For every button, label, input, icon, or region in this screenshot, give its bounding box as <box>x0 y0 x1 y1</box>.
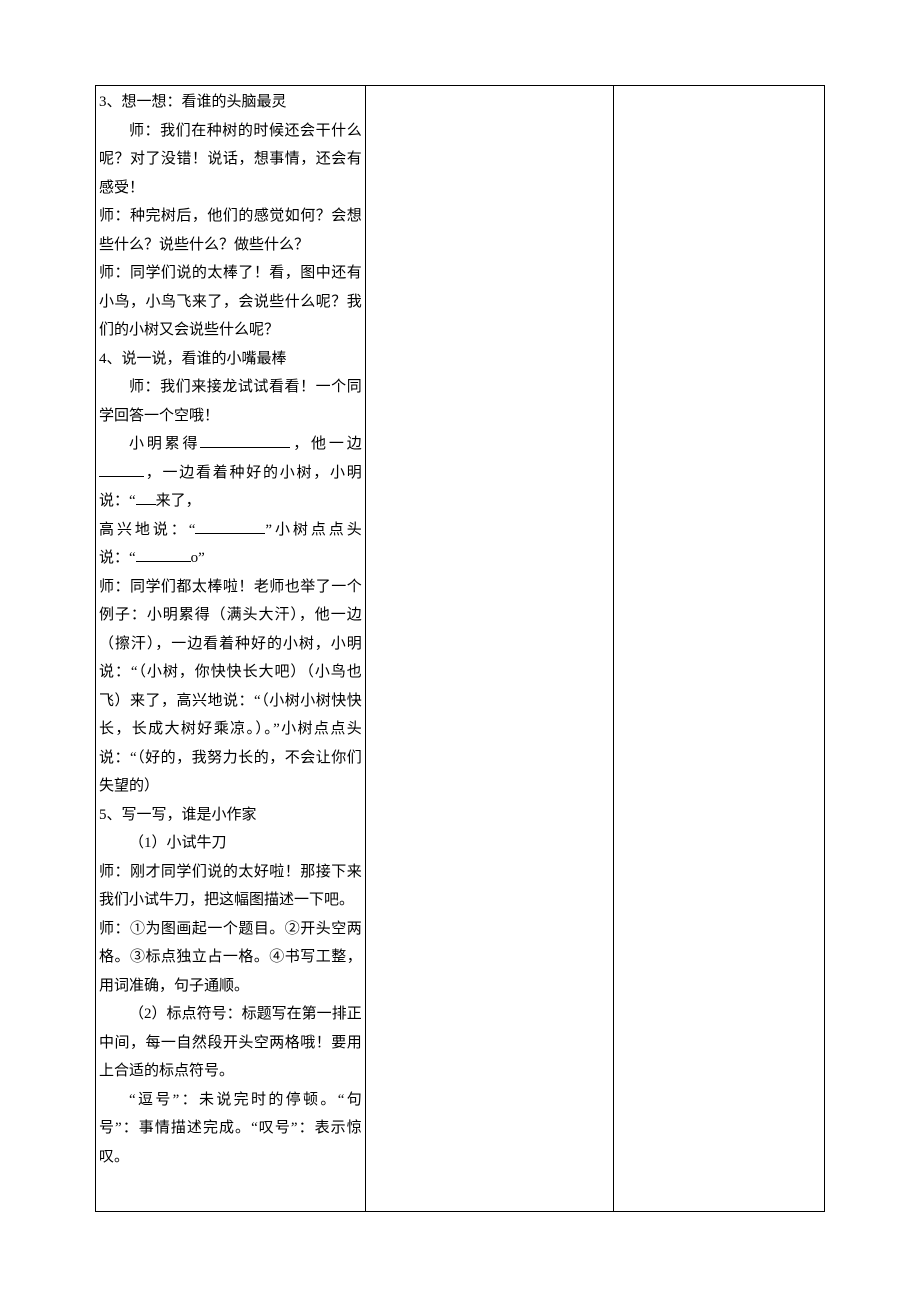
column-design-intent <box>613 86 824 1212</box>
section-5-sub1: （1）小试牛刀 <box>99 829 362 858</box>
fill-2a: 高兴地说：“ <box>99 522 195 538</box>
fill-mid3: 来了， <box>156 493 201 509</box>
column-teacher-activity: 3、想一想：看谁的头脑最灵 师：我们在种树的时候还会干什么呢？对了没错！说话，想… <box>96 86 366 1212</box>
section-3-p1: 师：我们在种树的时候还会干什么呢？对了没错！说话，想事情，还会有感受！ <box>99 117 362 203</box>
fill-blank-line-1: 小明累得，他一边，一边看着种好的小树，小明说：“来了， <box>99 430 362 516</box>
blank-3[interactable] <box>136 489 156 506</box>
section-5-sub2: （2）标点符号：标题写在第一排正中间，每一自然段开头空两格哦！要用上合适的标点符… <box>99 1000 362 1086</box>
section-3-p2: 师：种完树后，他们的感觉如何？会想些什么？说些什么？做些什么？ <box>99 202 362 259</box>
section-4-title: 4、说一说，看谁的小嘴最棒 <box>99 345 362 374</box>
blank-5[interactable] <box>136 546 191 563</box>
blank-2[interactable] <box>99 460 144 477</box>
column-student-activity <box>365 86 613 1212</box>
section-3-title: 3、想一想：看谁的头脑最灵 <box>99 88 362 117</box>
section-5-p2: 师：①为图画起一个题目。②开头空两格。③标点独立占一格。④书写工整，用词准确，句… <box>99 915 362 1001</box>
blank-1[interactable] <box>200 432 290 449</box>
lesson-plan-table: 3、想一想：看谁的头脑最灵 师：我们在种树的时候还会干什么呢？对了没错！说话，想… <box>95 85 825 1212</box>
fill-2c: o” <box>191 550 205 566</box>
section-4-p1: 师：我们来接龙试试看看！一个同学回答一个空哦！ <box>99 373 362 430</box>
fill-pre: 小明累得 <box>129 436 200 452</box>
section-3-p3: 师：同学们说的太棒了！看，图中还有小鸟，小鸟飞来了，会说些什么呢？我们的小树又会… <box>99 259 362 345</box>
blank-4[interactable] <box>195 517 265 534</box>
section-5-p3: “逗号”：未说完时的停顿。“句号”：事情描述完成。“叹号”：表示惊叹。 <box>99 1086 362 1172</box>
fill-blank-line-2: 高兴地说：“”小树点点头说：“o” <box>99 516 362 573</box>
section-5-title: 5、写一写，谁是小作家 <box>99 801 362 830</box>
content-cell: 3、想一想：看谁的头脑最灵 师：我们在种树的时候还会干什么呢？对了没错！说话，想… <box>99 88 362 1208</box>
fill-mid1: ，他一边 <box>290 436 361 452</box>
section-5-p1: 师：刚才同学们说的太好啦！那接下来我们小试牛刀，把这幅图描述一下吧。 <box>99 858 362 915</box>
section-4-p2: 师：同学们都太棒啦！老师也举了一个例子：小明累得（满头大汗），他一边（擦汗），一… <box>99 573 362 801</box>
